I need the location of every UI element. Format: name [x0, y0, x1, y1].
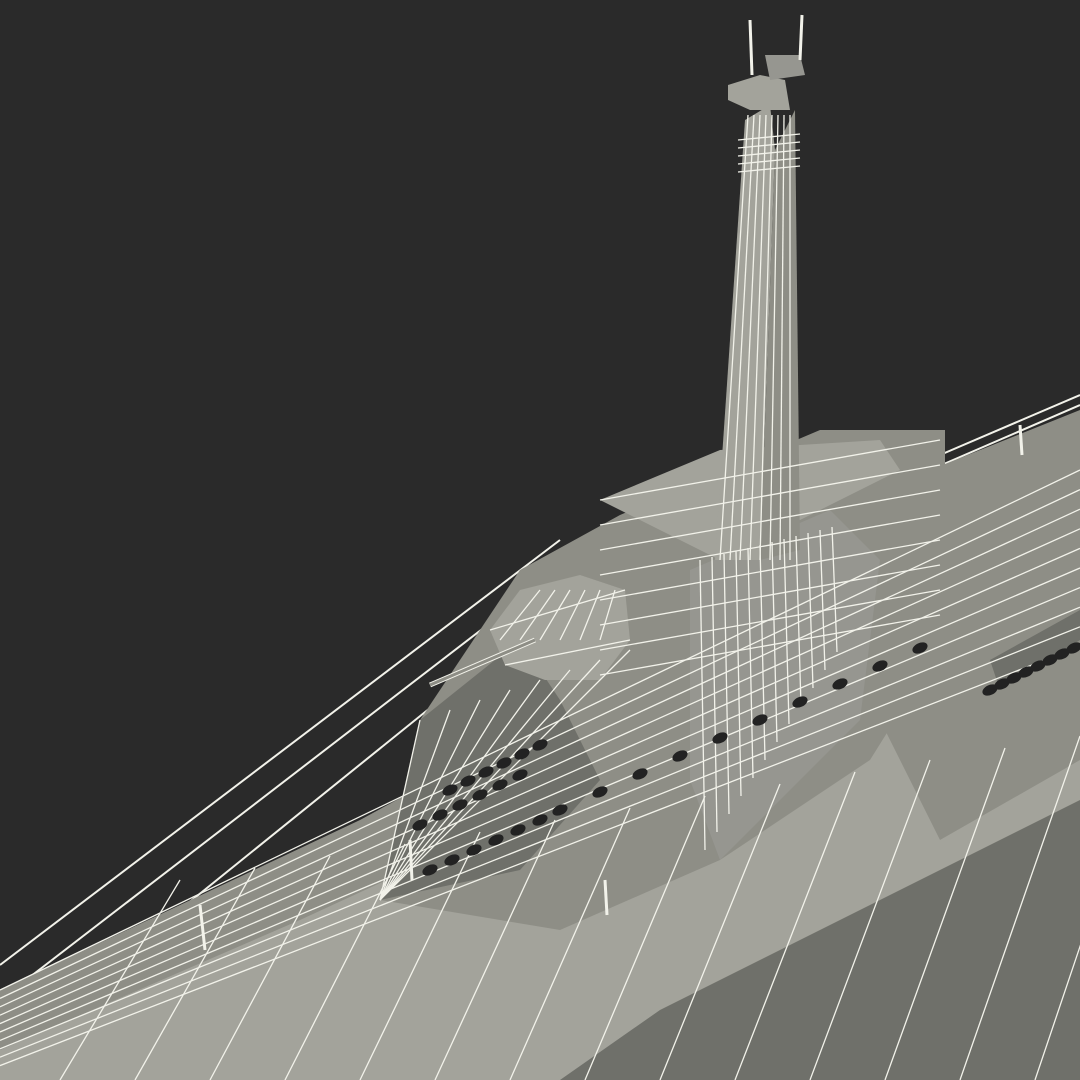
wireframe-render: [0, 0, 1080, 1080]
